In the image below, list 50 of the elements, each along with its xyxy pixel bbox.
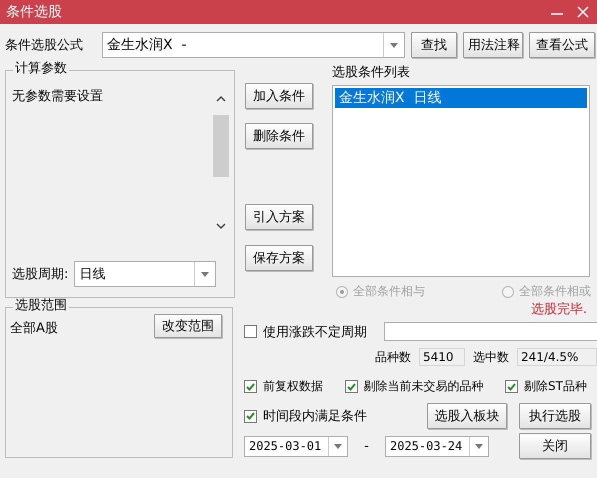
action-button[interactable]: 选股入板块 bbox=[427, 403, 507, 429]
condition-button[interactable]: 保存方案 bbox=[245, 245, 313, 271]
group-title: 选股范围 bbox=[13, 298, 69, 314]
params-message: 无参数需要设置 bbox=[12, 88, 104, 106]
stat-label: 品种数 bbox=[375, 348, 411, 366]
scroll-up-icon[interactable] bbox=[216, 95, 226, 102]
radio-label: 全部条件相或 bbox=[519, 283, 591, 300]
close-icon[interactable] bbox=[577, 6, 589, 18]
window-title: 条件选股 bbox=[6, 3, 63, 21]
checkbox[interactable] bbox=[505, 380, 518, 393]
checkbox[interactable] bbox=[244, 380, 257, 393]
checkbox[interactable] bbox=[244, 325, 257, 338]
caret-icon bbox=[334, 444, 342, 448]
toolbar-button[interactable]: 用法注释 bbox=[463, 32, 523, 58]
checkbox-label: 剔除当前未交易的品种 bbox=[364, 378, 484, 395]
toolbar-button[interactable]: 查看公式 bbox=[529, 32, 595, 58]
checkbox[interactable] bbox=[344, 380, 358, 393]
end-date-dropdown[interactable]: 2025-03-24 bbox=[385, 436, 489, 456]
change-scope-button[interactable]: 改变范围 bbox=[154, 314, 222, 338]
stat-value: 5410 bbox=[419, 348, 465, 366]
formula-dropdown[interactable]: 金生水润X - bbox=[102, 32, 405, 58]
stat-label: 选中数 bbox=[473, 348, 509, 366]
status-text: 选股完毕. bbox=[530, 301, 588, 318]
list-item[interactable]: 金生水润X 日线 bbox=[335, 88, 587, 108]
checkbox-label: 剔除ST品种 bbox=[524, 378, 587, 395]
checkbox-label: 前复权数据 bbox=[263, 378, 323, 395]
checkbox-label: 时间段内满足条件 bbox=[263, 408, 367, 425]
condition-button[interactable]: 加入条件 bbox=[245, 83, 313, 109]
stat-value: 241/4.5% bbox=[517, 348, 597, 366]
condition-button[interactable]: 删除条件 bbox=[245, 123, 313, 149]
checkbox-label: 使用涨跌不定周期 bbox=[263, 324, 367, 340]
period-dropdown[interactable]: 日线 bbox=[74, 261, 216, 287]
scroll-down-icon[interactable] bbox=[216, 223, 226, 230]
start-date-dropdown[interactable]: 2025-03-01 bbox=[244, 436, 348, 456]
formula-label: 条件选股公式 bbox=[5, 37, 84, 54]
radio-label: 全部条件相与 bbox=[353, 283, 425, 300]
checkbox[interactable] bbox=[244, 410, 257, 422]
period-input-field[interactable] bbox=[384, 322, 597, 341]
date-separator: - bbox=[363, 438, 370, 454]
caret-icon bbox=[390, 42, 398, 48]
scope-value: 全部A股 bbox=[10, 320, 58, 337]
action-button[interactable]: 关闭 bbox=[519, 433, 591, 459]
period-label: 选股周期: bbox=[12, 266, 68, 283]
conditions-title: 选股条件列表 bbox=[332, 64, 411, 81]
caret-icon bbox=[201, 272, 210, 276]
toolbar-button[interactable]: 查找 bbox=[411, 32, 457, 58]
group-title: 计算参数 bbox=[13, 61, 69, 77]
action-button[interactable]: 执行选股 bbox=[519, 403, 591, 429]
caret-icon bbox=[475, 444, 483, 448]
condition-button[interactable]: 引入方案 bbox=[245, 204, 313, 230]
